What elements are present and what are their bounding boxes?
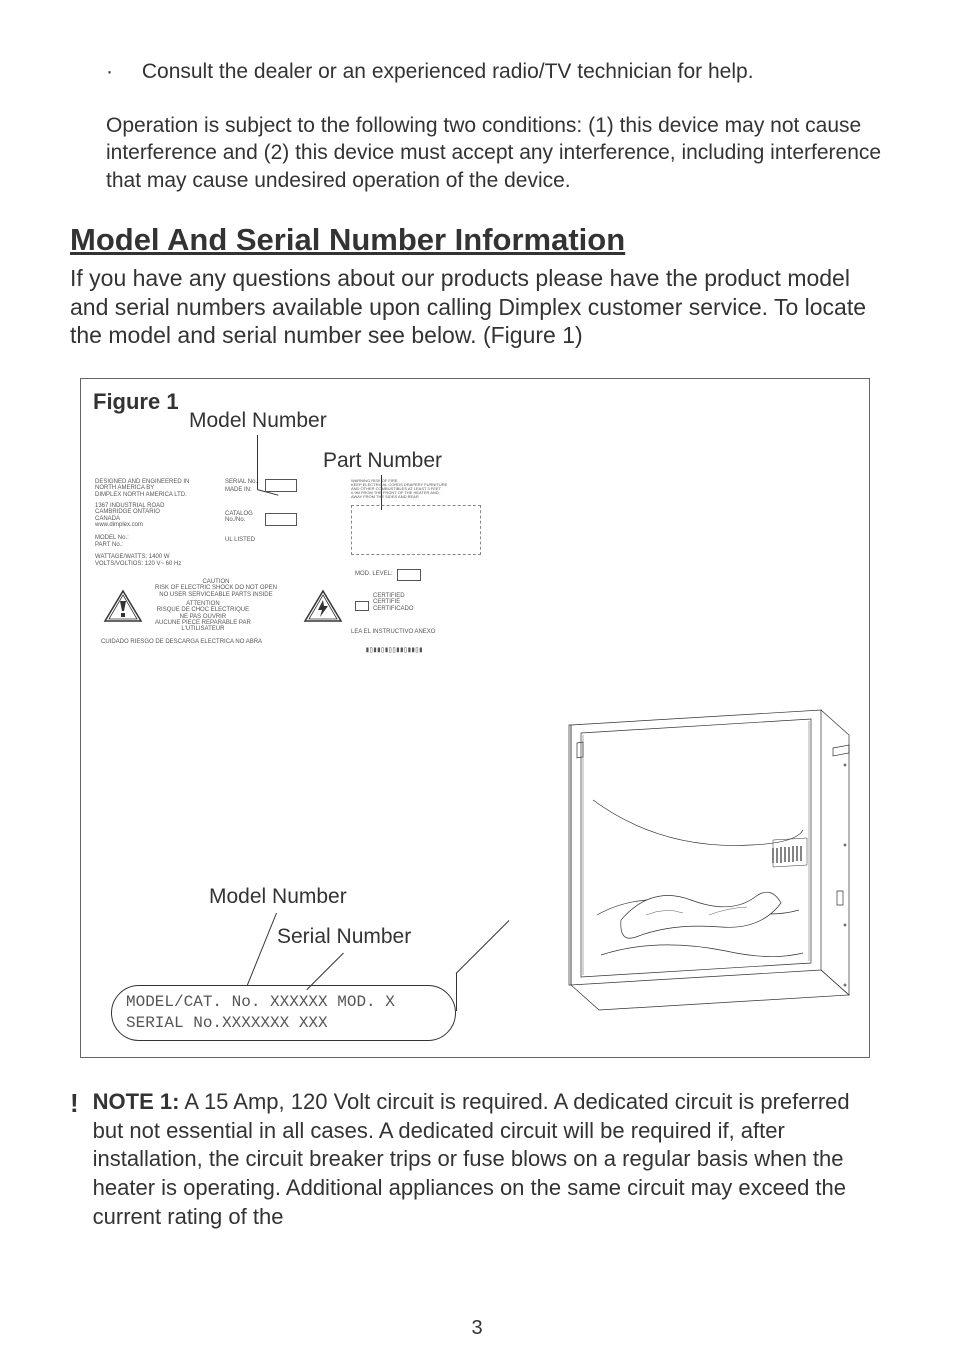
plate-box (397, 569, 421, 581)
plate-lea: LEA EL INSTRUCTIVO ANEXO (351, 629, 435, 635)
note-body: A 15 Amp, 120 Volt circuit is required. … (93, 1089, 850, 1228)
leader-line (456, 920, 510, 974)
plate-cat-no: CATALOG No./No. (225, 511, 253, 524)
warning-triangle-icon (303, 589, 343, 623)
plate-designed: DESIGNED AND ENGINEERED IN NORTH AMERICA… (95, 479, 189, 498)
bullet-line: · Consult the dealer or an experienced r… (106, 60, 884, 84)
section-paragraph: If you have any questions about our prod… (70, 264, 884, 350)
serial-label-line-2: SERIAL No.XXXXXXX XXX (126, 1013, 441, 1034)
bullet-dot: · (106, 60, 136, 84)
note-1-block: ! NOTE 1: A 15 Amp, 120 Volt circuit is … (70, 1088, 884, 1231)
plate-serial-no: SERIAL No.: (225, 479, 259, 485)
plate-box (265, 513, 297, 526)
plate-cert-mark (355, 601, 369, 611)
note-label: NOTE 1: (93, 1089, 180, 1114)
plate-mod-level: MOD. LEVEL: (355, 571, 393, 577)
barcode-icon: ▮▯▮▮▯▮▯▯▮▮▯▮▮▯▮ (365, 645, 422, 654)
plate-dashed-box (351, 505, 481, 555)
plate-cuidado: CUIDADO RIESGO DE DESCARGA ELECTRICA NO … (101, 639, 262, 645)
fireplace-drawing (511, 705, 861, 1025)
callout-model-number-top: Model Number (189, 409, 327, 433)
plate-voltage: VOLTS/VOLTIOS: 120 V~ 60 Hz (95, 561, 181, 567)
serial-label-line-1: MODEL/CAT. No. XXXXXX MOD. X (126, 992, 441, 1013)
plate-part-no: PART No.: (95, 542, 123, 548)
rating-plate: DESIGNED AND ENGINEERED IN NORTH AMERICA… (95, 479, 555, 679)
operation-paragraph: Operation is subject to the following tw… (106, 112, 884, 194)
figure-1-box: Figure 1 Model Number Part Number Model … (80, 378, 870, 1058)
plate-made-in: MADE IN: (225, 487, 252, 493)
plate-ul: UL LISTED (225, 537, 255, 543)
figure-label: Figure 1 (93, 389, 179, 415)
plate-fine-print: WARNING RISK OF FIRE KEEP ELECTRICAL COR… (351, 479, 447, 499)
warning-triangle-icon (103, 589, 143, 623)
serial-label-oval: MODEL/CAT. No. XXXXXX MOD. X SERIAL No.X… (111, 985, 456, 1041)
callout-part-number: Part Number (323, 449, 442, 473)
plate-model-no: MODEL No.: (95, 535, 129, 541)
page-number: 3 (471, 1317, 482, 1340)
bullet-text: Consult the dealer or an experienced rad… (142, 60, 754, 83)
exclamation-icon: ! (70, 1090, 79, 1231)
plate-cert: CERTIFIED CERTIFIE CERTIFICADO (373, 593, 414, 612)
leader-line (247, 913, 277, 986)
note-text: NOTE 1: A 15 Amp, 120 Volt circuit is re… (93, 1088, 884, 1231)
section-title: Model And Serial Number Information (70, 222, 884, 258)
callout-model-number-bottom: Model Number (209, 885, 347, 909)
plate-address: 1367 INDUSTRIAL ROAD CAMBRIDGE ONTARIO C… (95, 503, 164, 528)
plate-caution: CAUTION RISK OF ELECTRIC SHOCK DO NOT OP… (155, 579, 277, 598)
plate-wattage: WATTAGE/WATTS: 1400 W (95, 554, 170, 560)
plate-attention: ATTENTION RISQUE DE CHOC ELECTRIQUE NE P… (155, 601, 251, 632)
callout-serial-number: Serial Number (277, 925, 411, 949)
leader-line (456, 973, 457, 1011)
plate-box (265, 479, 297, 492)
